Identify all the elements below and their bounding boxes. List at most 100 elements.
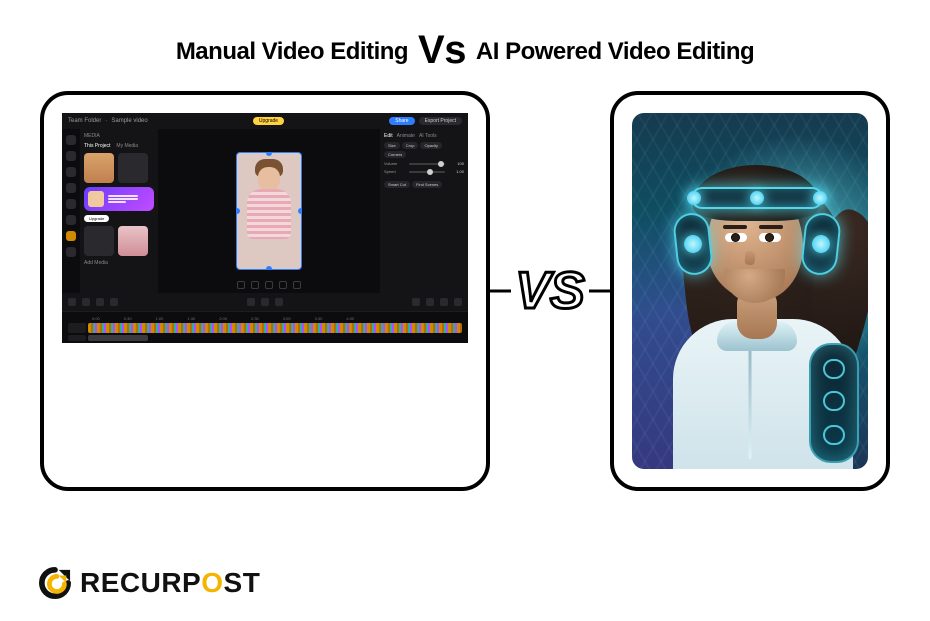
media-thumbnail[interactable] <box>118 153 148 183</box>
page-title: Manual Video Editing Vs AI Powered Video… <box>0 0 930 73</box>
preview-tool-icon[interactable] <box>251 281 259 289</box>
timeline-tool-icon[interactable] <box>426 298 434 306</box>
share-button[interactable]: Share <box>389 117 414 125</box>
timeline-tool-icon[interactable] <box>454 298 462 306</box>
media-thumbnail[interactable] <box>84 153 114 183</box>
media-tab-this[interactable]: This Project <box>84 143 110 149</box>
time-mark: 3:30 <box>315 316 323 321</box>
slider-value: 100 <box>448 161 464 166</box>
rail-icon[interactable] <box>66 151 76 161</box>
inspector-tab-ai[interactable]: AI Tools <box>419 133 437 139</box>
comparison-row: Team Folder · Sample video Upgrade Share… <box>0 91 930 491</box>
time-mark: 2:00 <box>219 316 227 321</box>
timeline-tool-icon[interactable] <box>440 298 448 306</box>
video-clip[interactable] <box>88 323 462 333</box>
title-vs: Vs <box>418 28 466 72</box>
preview-tool-icon[interactable] <box>265 281 273 289</box>
slider-label: Speed <box>384 169 406 174</box>
resize-handle[interactable] <box>266 152 272 156</box>
brand-logo: RECURPOST <box>36 567 260 599</box>
panel-manual-editing: Team Folder · Sample video Upgrade Share… <box>40 91 490 491</box>
timeline[interactable]: 0:00 0:30 1:00 1:30 2:00 2:30 3:00 3:30 … <box>62 311 468 343</box>
timeline-tool-icon[interactable] <box>275 298 283 306</box>
promo-card[interactable] <box>84 187 154 211</box>
time-mark: 0:30 <box>124 316 132 321</box>
resize-handle[interactable] <box>236 208 240 214</box>
promo-avatar <box>88 191 104 207</box>
video-editor-mock: Team Folder · Sample video Upgrade Share… <box>62 113 468 343</box>
rail-icon[interactable] <box>66 215 76 225</box>
speed-slider[interactable]: Speed 1.00 <box>384 169 464 174</box>
arm-tech-unit <box>809 343 859 463</box>
timeline-ruler: 0:00 0:30 1:00 1:30 2:00 2:30 3:00 3:30 … <box>92 316 462 321</box>
slider-value: 1.00 <box>448 169 464 174</box>
resize-handle[interactable] <box>298 208 302 214</box>
resize-handle[interactable] <box>266 266 272 270</box>
time-mark: 4:00 <box>346 316 354 321</box>
volume-slider[interactable]: Volume 100 <box>384 161 464 166</box>
breadcrumb-folder: Team Folder <box>68 118 101 124</box>
logo-icon <box>36 567 74 599</box>
preview-canvas[interactable] <box>158 129 380 293</box>
track-header-icon[interactable] <box>68 323 86 333</box>
preview-tools <box>237 281 301 289</box>
selected-clip-frame[interactable] <box>236 152 302 270</box>
time-mark: 2:30 <box>251 316 259 321</box>
inspector-tab-edit[interactable]: Edit <box>384 133 393 139</box>
audio-clip[interactable] <box>88 335 148 341</box>
video-track[interactable] <box>68 323 462 333</box>
rail-icon[interactable] <box>66 231 76 241</box>
rail-icon[interactable] <box>66 183 76 193</box>
vs-separator: VS <box>490 261 610 321</box>
track-header-icon[interactable] <box>68 335 86 341</box>
media-tab-my[interactable]: My Media <box>116 143 138 149</box>
time-mark: 1:30 <box>187 316 195 321</box>
editor-top-bar: Team Folder · Sample video Upgrade Share… <box>62 113 468 129</box>
timeline-tool-icon[interactable] <box>96 298 104 306</box>
timeline-tool-icon[interactable] <box>412 298 420 306</box>
timeline-tool-icon[interactable] <box>110 298 118 306</box>
brand-wordmark: RECURPOST <box>80 567 260 599</box>
timeline-toolbar <box>62 293 468 311</box>
prop-chip-opacity[interactable]: Opacity <box>420 142 442 149</box>
btn-smart-cut[interactable]: Smart Cut <box>384 181 410 188</box>
rail-icon[interactable] <box>66 167 76 177</box>
preview-tool-icon[interactable] <box>279 281 287 289</box>
vs-label: VS <box>511 261 588 321</box>
timeline-tool-icon[interactable] <box>247 298 255 306</box>
title-left: Manual Video Editing <box>176 38 408 65</box>
media-heading: MEDIA <box>84 133 154 139</box>
add-media-tile[interactable] <box>84 226 114 256</box>
audio-track[interactable] <box>68 335 462 341</box>
clip-subject <box>245 159 293 247</box>
add-media-label: Add Media <box>84 260 154 266</box>
visor <box>691 187 823 209</box>
rail-icon[interactable] <box>66 247 76 257</box>
time-mark: 1:00 <box>156 316 164 321</box>
inspector-panel: Edit Animate AI Tools Size Crop Opacity … <box>380 129 468 293</box>
preview-tool-icon[interactable] <box>293 281 301 289</box>
timeline-tool-icon[interactable] <box>82 298 90 306</box>
inspector-tab-animate[interactable]: Animate <box>397 133 415 139</box>
promo-upgrade-button[interactable]: Upgrade <box>84 215 109 222</box>
upgrade-button[interactable]: Upgrade <box>253 117 284 125</box>
breadcrumb-project: Sample video <box>111 118 147 124</box>
timeline-tool-icon[interactable] <box>261 298 269 306</box>
prop-chip-crop[interactable]: Crop <box>402 142 419 149</box>
media-panel: MEDIA This Project My Media <box>80 129 158 293</box>
suit-seam <box>749 339 752 459</box>
export-button[interactable]: Export Project <box>419 117 462 125</box>
preview-tool-icon[interactable] <box>237 281 245 289</box>
btn-find-scenes[interactable]: Find Scenes <box>412 181 442 188</box>
rail-icon[interactable] <box>66 135 76 145</box>
breadcrumb-sep: · <box>105 118 107 124</box>
media-thumbnail[interactable] <box>118 226 148 256</box>
title-right: AI Powered Video Editing <box>476 38 754 65</box>
prop-chip-corners[interactable]: Corners <box>384 151 406 158</box>
prop-chip-size[interactable]: Size <box>384 142 400 149</box>
left-tool-rail <box>62 129 80 293</box>
slider-label: Volume <box>384 161 406 166</box>
timeline-tool-icon[interactable] <box>68 298 76 306</box>
ai-illustration <box>632 113 868 469</box>
rail-icon[interactable] <box>66 199 76 209</box>
